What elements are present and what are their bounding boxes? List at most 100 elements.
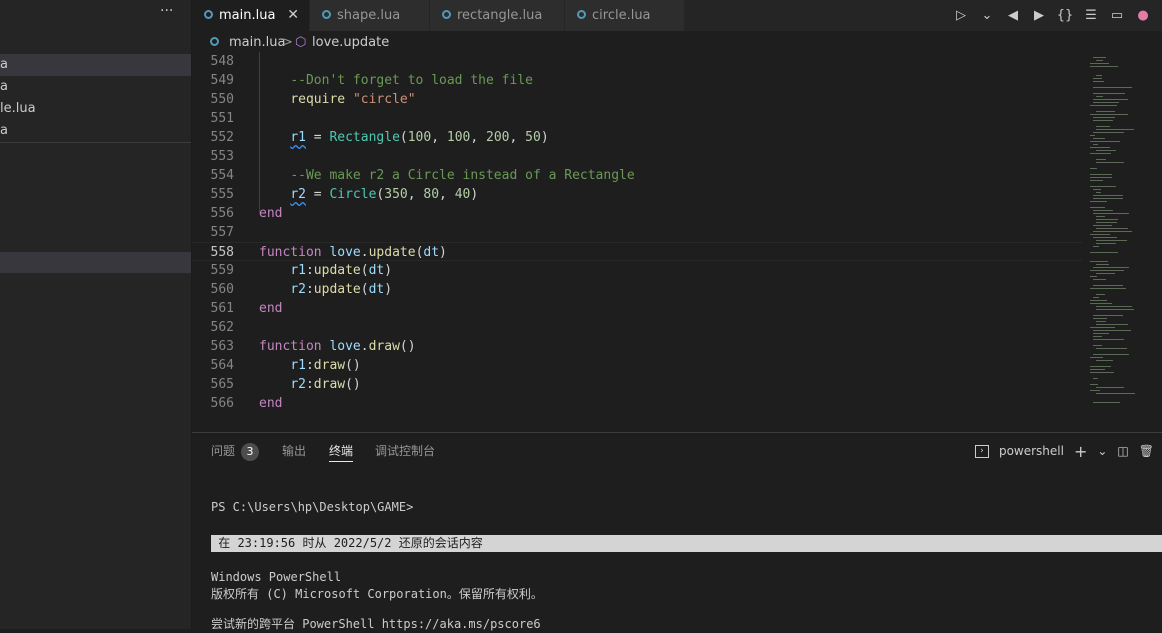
terminal-prompt: PS C:\Users\hp\Desktop\GAME> xyxy=(211,500,414,514)
code-text: require "circle" xyxy=(290,92,416,107)
split-icon[interactable]: ◫ xyxy=(1117,444,1128,458)
editor-actions: ▷ ⌄ ◀ ▶ {} ☰ ▭ ● xyxy=(950,0,1162,31)
lua-file-icon xyxy=(577,10,586,19)
terminal-icon[interactable]: ▭ xyxy=(1106,8,1128,23)
close-icon[interactable]: ✕ xyxy=(287,0,299,31)
tab-debug-console[interactable]: 调试控制台 xyxy=(375,441,435,461)
file-item[interactable]: a xyxy=(0,54,191,76)
code-line: 554 --We make r2 a Circle instead of a R… xyxy=(192,166,1082,185)
file-item[interactable]: le.lua xyxy=(0,98,191,120)
code-editor[interactable]: 548 549 --Don't forget to load the file … xyxy=(192,52,1082,430)
lua-file-icon xyxy=(322,10,331,19)
minimap-line xyxy=(1096,150,1116,151)
code-line: 559 r1:update(dt) xyxy=(192,261,1082,280)
tab-main-lua[interactable]: main.lua ✕ xyxy=(192,0,310,31)
minimap-line xyxy=(1093,93,1125,94)
lua-file-icon xyxy=(204,10,213,19)
minimap-line xyxy=(1090,174,1112,175)
minimap-line xyxy=(1093,120,1113,121)
minimap-line xyxy=(1093,99,1128,100)
more-actions-icon[interactable]: ··· xyxy=(160,3,173,19)
minimap-line xyxy=(1096,348,1127,349)
minimap-line xyxy=(1096,273,1115,274)
file-item[interactable]: a xyxy=(0,76,191,98)
line-number: 561 xyxy=(210,301,234,316)
minimap-line xyxy=(1090,357,1103,358)
minimap-line xyxy=(1090,186,1116,187)
minimap-line xyxy=(1090,303,1112,304)
minimap-line xyxy=(1096,393,1135,394)
sidebar-selected-row[interactable] xyxy=(0,252,191,273)
tab-rectangle-lua[interactable]: rectangle.lua xyxy=(430,0,565,31)
minimap-line xyxy=(1090,114,1128,115)
tab-label: main.lua xyxy=(219,8,276,23)
minimap-line xyxy=(1096,192,1101,193)
code-line: 553 xyxy=(192,147,1082,166)
minimap-line xyxy=(1093,318,1107,319)
code-text: --Don't forget to load the file xyxy=(290,73,533,88)
code-text: function love.draw() xyxy=(259,339,416,354)
minimap-line xyxy=(1093,189,1101,190)
line-number: 557 xyxy=(210,225,234,240)
line-number: 554 xyxy=(210,168,234,183)
minimap-line xyxy=(1093,195,1123,196)
code-text: r1:update(dt) xyxy=(290,263,393,278)
lua-file-icon xyxy=(442,10,451,19)
bottom-panel: 问题 3 输出 终端 调试控制台 › powershell + ⌄ ◫ 🗑 PS … xyxy=(192,432,1162,631)
code-line: 550 require "circle" xyxy=(192,90,1082,109)
line-number: 562 xyxy=(210,320,234,335)
forward-icon[interactable]: ▶ xyxy=(1028,8,1050,23)
braces-icon[interactable]: {} xyxy=(1054,8,1076,23)
minimap-line xyxy=(1093,297,1099,298)
tab-output[interactable]: 输出 xyxy=(282,441,306,461)
minimap-line xyxy=(1096,387,1124,388)
minimap-line xyxy=(1096,243,1116,244)
line-number: 564 xyxy=(210,358,234,373)
minimap-line xyxy=(1096,126,1110,127)
chevron-down-icon[interactable]: ⌄ xyxy=(1097,444,1107,458)
minimap-line xyxy=(1096,129,1134,130)
extension-icon[interactable]: ● xyxy=(1132,8,1154,23)
minimap-line xyxy=(1090,327,1115,328)
tab-label: rectangle.lua xyxy=(457,8,543,23)
code-line: 552 r1 = Rectangle(100, 100, 200, 50) xyxy=(192,128,1082,147)
minimap-line xyxy=(1093,198,1123,199)
minimap-line xyxy=(1090,390,1100,391)
trash-icon[interactable]: 🗑 xyxy=(1139,444,1154,458)
minimap-line xyxy=(1096,219,1118,220)
terminal-line: 版权所有 (C) Microsoft Corporation。保留所有权利。 xyxy=(211,587,543,601)
minimap-line xyxy=(1090,369,1105,370)
tab-circle-lua[interactable]: circle.lua xyxy=(565,0,685,31)
minimap-line xyxy=(1093,333,1109,334)
file-item[interactable]: a xyxy=(0,120,191,142)
plus-icon[interactable]: + xyxy=(1074,442,1087,461)
minimap-line xyxy=(1090,63,1109,64)
code-line: 556 end xyxy=(192,204,1082,223)
tab-terminal[interactable]: 终端 xyxy=(329,441,354,462)
tab-shape-lua[interactable]: shape.lua xyxy=(310,0,430,31)
minimap-line xyxy=(1090,366,1111,367)
code-line: 557 xyxy=(192,223,1082,242)
restored-session-banner: 在 23:19:56 时从 2022/5/2 还原的会话内容 xyxy=(211,535,1162,552)
minimap-line xyxy=(1096,162,1124,163)
minimap-line xyxy=(1096,96,1103,97)
minimap-line xyxy=(1096,222,1117,223)
code-line: 561 end xyxy=(192,299,1082,318)
line-number: 553 xyxy=(210,149,234,164)
minimap[interactable] xyxy=(1086,52,1162,412)
minimap-line xyxy=(1093,315,1123,316)
minimap-line xyxy=(1096,360,1113,361)
minimap-line xyxy=(1090,261,1108,262)
chevron-down-icon[interactable]: ⌄ xyxy=(976,8,998,23)
minimap-line xyxy=(1096,159,1106,160)
list-icon[interactable]: ☰ xyxy=(1080,8,1102,23)
back-icon[interactable]: ◀ xyxy=(1002,8,1024,23)
minimap-line xyxy=(1096,324,1128,325)
minimap-line xyxy=(1090,201,1107,202)
run-icon[interactable]: ▷ xyxy=(950,8,972,23)
minimap-line xyxy=(1090,270,1124,271)
tab-problems[interactable]: 问题 3 xyxy=(211,441,260,461)
minimap-line xyxy=(1093,354,1129,355)
minimap-line xyxy=(1090,153,1111,154)
shell-selector[interactable]: powershell xyxy=(999,444,1064,458)
